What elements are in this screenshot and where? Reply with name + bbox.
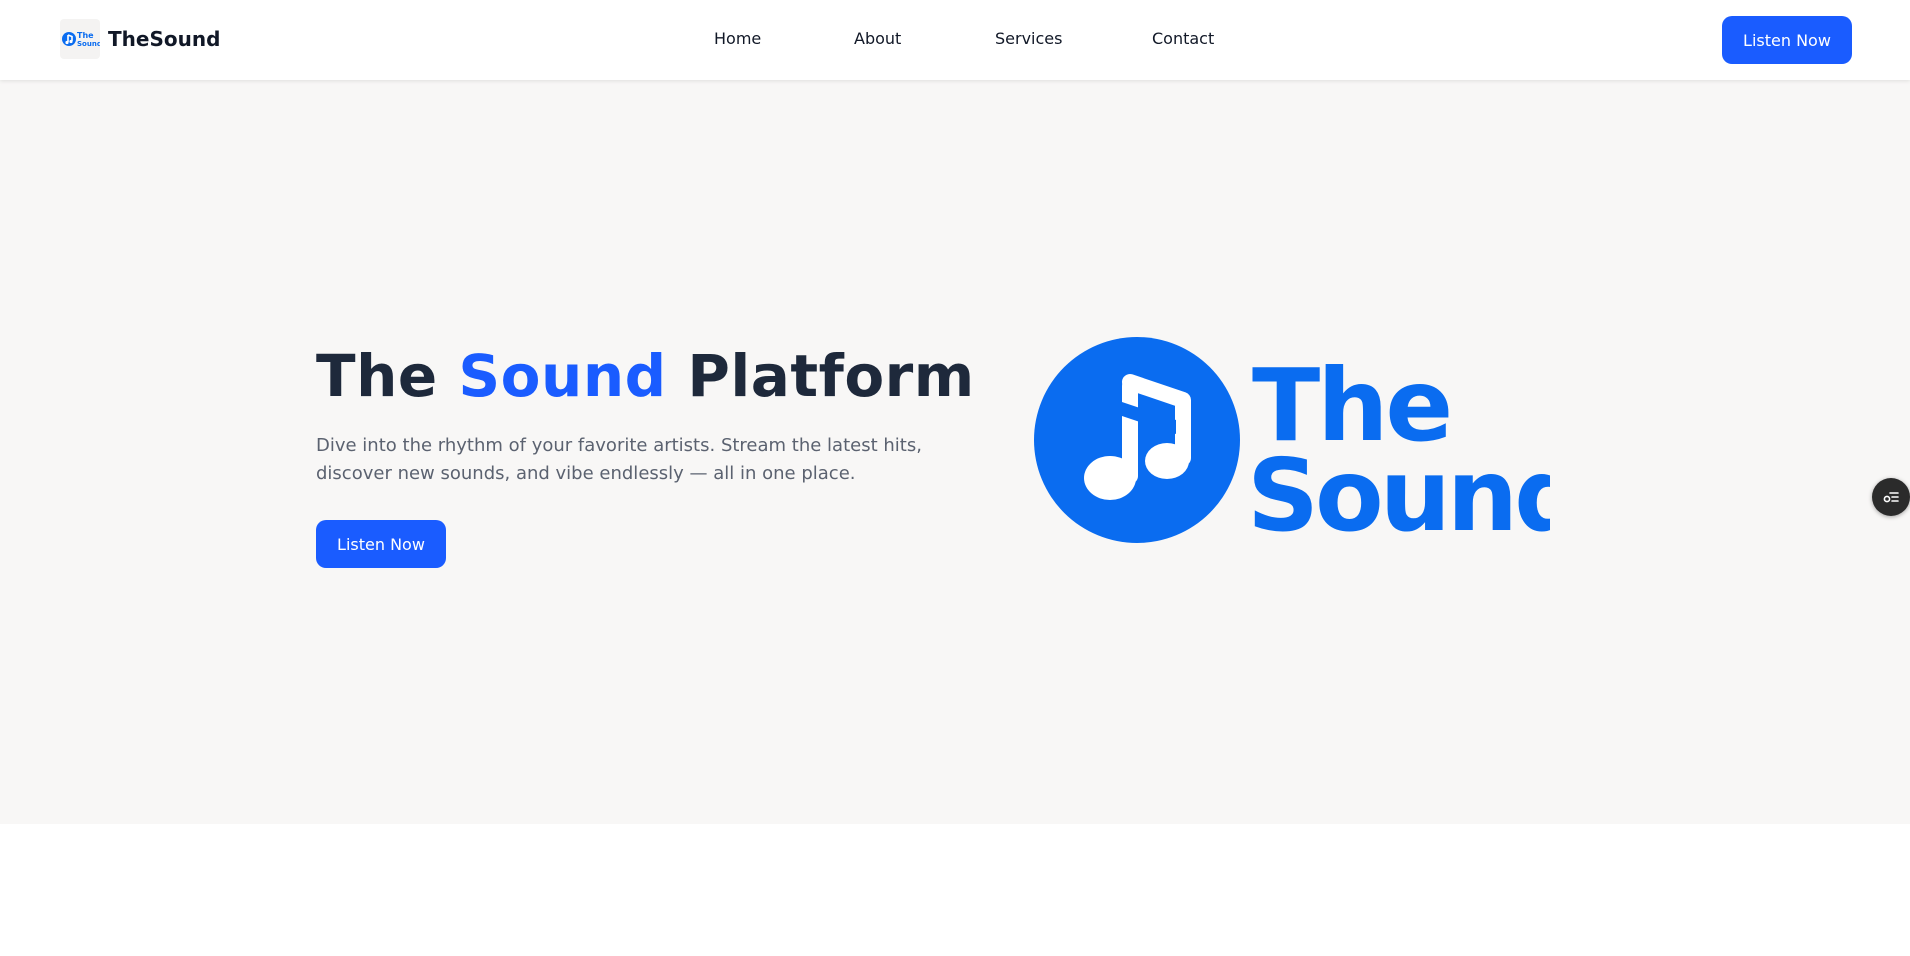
hero-title-accent: Sound [458,342,667,410]
list-settings-icon [1883,492,1899,503]
main-nav: Home About Services Contact [0,29,1910,51]
hero-logo-line2: Sound [1247,437,1550,550]
navbar: The Sound TheSound Home About Services C… [0,0,1910,80]
hero-title-part2: Platform [687,342,975,410]
hero-title: The Sound Platform [316,342,975,410]
floating-settings-button[interactable] [1872,478,1910,516]
hero-listen-now-button[interactable]: Listen Now [316,520,446,568]
nav-link-services[interactable]: Services [995,29,1062,48]
hero-title-part1: The [316,342,438,410]
hero-subtitle: Dive into the rhythm of your favorite ar… [316,435,922,484]
hero-section: The Sound Platform Dive into the rhythm … [0,80,1910,824]
nav-listen-now-button[interactable]: Listen Now [1722,16,1852,64]
nav-link-contact[interactable]: Contact [1152,29,1214,48]
nav-link-home[interactable]: Home [714,29,761,48]
hero-logo-image: The Sound [1034,337,1550,550]
nav-link-about[interactable]: About [854,29,901,48]
